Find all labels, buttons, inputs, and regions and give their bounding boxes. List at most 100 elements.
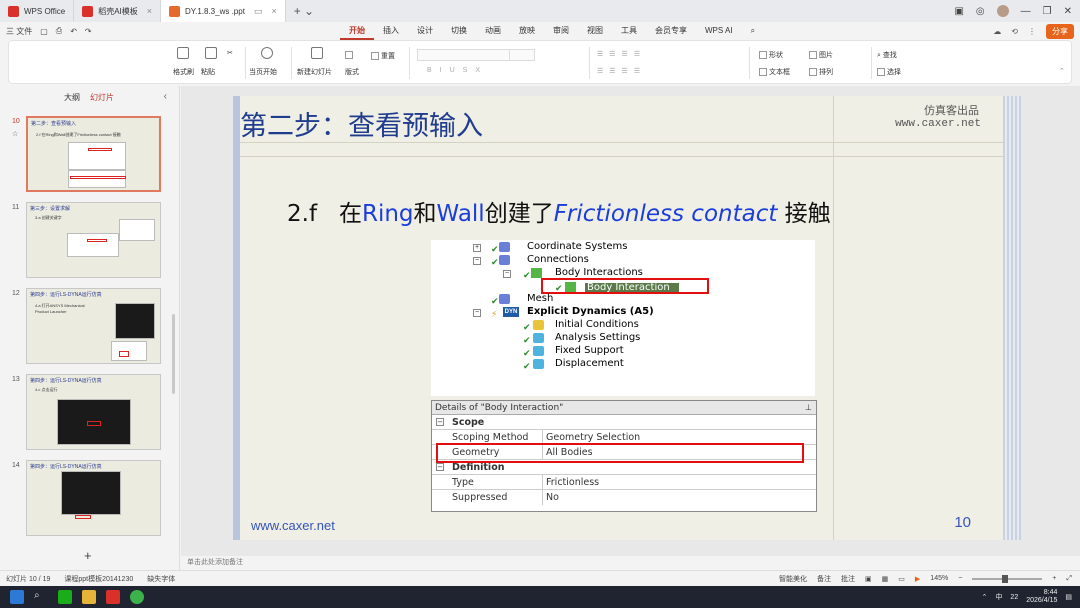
notes-input[interactable]: 单击此处添加备注	[181, 556, 1080, 570]
more-icon[interactable]: ⋮	[1028, 27, 1036, 36]
menu-tab-view[interactable]: 视图	[578, 22, 612, 40]
select-button[interactable]: 选择	[877, 67, 901, 77]
play-from-current-button[interactable]: 当页开始	[249, 67, 277, 77]
zoom-slider[interactable]	[972, 574, 1043, 583]
notification-badge[interactable]: 22	[1010, 594, 1018, 601]
zoom-out-icon[interactable]: −	[958, 575, 962, 582]
new-slide-button[interactable]: 新建幻灯片	[297, 67, 332, 77]
screen-icon[interactable]: ▭	[254, 6, 263, 17]
menu-tab-review[interactable]: 审阅	[544, 22, 578, 40]
collapse-ribbon-icon[interactable]: ⌃	[1059, 67, 1065, 75]
menu-tab-wps-ai[interactable]: WPS AI	[696, 22, 742, 40]
slide[interactable]: 第二步：查看预输入 仿真客出品 www.caxer.net 2.f 在Ring和…	[233, 96, 1021, 540]
tab-document[interactable]: DY.1.8.3_ws .ppt ▭ ×	[161, 0, 286, 22]
reading-view-icon[interactable]: ▭	[898, 575, 905, 583]
minimize-icon[interactable]: —	[1021, 6, 1031, 17]
play-icon[interactable]	[261, 47, 273, 59]
zoom-in-icon[interactable]: +	[1052, 575, 1056, 582]
format-painter-button[interactable]: 格式刷	[173, 67, 194, 77]
close-icon[interactable]: ×	[271, 6, 276, 16]
collapse-panel-icon[interactable]: ‹	[164, 91, 167, 102]
tab-slides[interactable]: 幻灯片	[90, 92, 114, 103]
menu-tab-member[interactable]: 会员专享	[646, 22, 696, 40]
slide-thumbnail[interactable]: 第三步：设置求解 3.a 创建关键字	[26, 202, 161, 278]
menu-tab-slideshow[interactable]: 放映	[510, 22, 544, 40]
save-icon[interactable]: ▢	[40, 27, 48, 36]
tab-docer-ai[interactable]: 稻壳AI模板 ×	[74, 0, 162, 22]
shape-button[interactable]: 形状	[759, 50, 783, 60]
panel-scrollbar[interactable]	[172, 314, 175, 394]
comments-button[interactable]: 批注	[841, 574, 855, 584]
paste-button[interactable]: 粘贴	[201, 67, 215, 77]
window-layout-icon[interactable]: ▣	[954, 6, 963, 17]
beautify-button[interactable]: 智能美化	[779, 574, 807, 584]
textbox-button[interactable]: 文本框	[759, 67, 790, 77]
close-icon[interactable]: ×	[147, 6, 152, 16]
menu-tab-insert[interactable]: 插入	[374, 22, 408, 40]
slide-subtitle[interactable]: 2.f 在Ring和Wall创建了Frictionless contact 接触	[287, 194, 831, 228]
layout-button[interactable]: 版式	[345, 67, 359, 77]
close-window-icon[interactable]: ✕	[1064, 6, 1072, 17]
wps-taskbar-icon[interactable]	[106, 590, 120, 604]
notes-button[interactable]: 备注	[817, 574, 831, 584]
star-icon[interactable]: ☆	[12, 130, 18, 138]
cloud-icon[interactable]: ☁	[993, 27, 1001, 36]
slide-thumbnail[interactable]: 第四步：运行LS-DYNA运行仿真	[26, 460, 161, 536]
slide-thumbnail[interactable]: 第四步：运行LS-DYNA运行仿真 4.c 点击运行	[26, 374, 161, 450]
template-name[interactable]: 课程ppt模板20141230	[64, 574, 133, 584]
outline-tree-image[interactable]: + ✔ Coordinate Systems − ✔ Connections −…	[431, 240, 815, 396]
tab-outline[interactable]: 大纲	[64, 92, 80, 103]
search-icon[interactable]: ⌕	[742, 22, 764, 40]
lang-indicator[interactable]: 中	[995, 592, 1002, 602]
slide-thumbnail[interactable]: 第二步：查看预输入 2.f 在Ring和Wall创建了Frictionless …	[26, 116, 161, 192]
fit-icon[interactable]: ⤢	[1066, 575, 1072, 583]
menu-tab-animation[interactable]: 动画	[476, 22, 510, 40]
details-panel-image[interactable]: Details of "Body Interaction" ⊥ − Scope S…	[431, 400, 817, 512]
search-icon[interactable]: ⌕	[34, 590, 48, 604]
windows-start-icon[interactable]	[10, 590, 24, 604]
undo-icon[interactable]: ↶	[70, 27, 77, 36]
new-tab-button[interactable]: + ⌄	[286, 4, 322, 18]
app-icon[interactable]	[130, 590, 144, 604]
font-style-group[interactable]: BIUSX	[427, 67, 488, 74]
picture-button[interactable]: 图片	[809, 50, 833, 60]
slide-thumbnail[interactable]: 第四步：运行LS-DYNA运行仿真 4.a 打开ANSYS Mechanical…	[26, 288, 161, 364]
cut-icon[interactable]: ✂	[227, 49, 233, 57]
menu-tab-home[interactable]: 开始	[340, 22, 374, 40]
share-button[interactable]: 分享	[1046, 23, 1074, 39]
format-painter-icon[interactable]	[177, 47, 189, 59]
history-icon[interactable]: ⟲	[1011, 27, 1018, 36]
wechat-icon[interactable]	[58, 590, 72, 604]
restore-icon[interactable]: ❐	[1043, 6, 1052, 17]
font-size-select[interactable]	[509, 49, 535, 61]
tab-wps-office[interactable]: WPS Office	[0, 0, 75, 22]
redo-icon[interactable]: ↷	[85, 27, 92, 36]
file-explorer-icon[interactable]	[82, 590, 96, 604]
avatar[interactable]	[996, 5, 1009, 17]
new-slide-icon[interactable]	[311, 47, 323, 59]
notification-icon[interactable]: ▤	[1065, 593, 1072, 601]
paragraph-group[interactable]: ☰☰☰☰	[597, 50, 646, 58]
print-icon[interactable]: ⎙	[56, 26, 62, 36]
menu-tab-transition[interactable]: 切换	[442, 22, 476, 40]
align-group[interactable]: ☰☰☰☰	[597, 67, 646, 75]
reset-button[interactable]: 重置	[371, 51, 395, 61]
arrange-button[interactable]: 排列	[809, 67, 833, 77]
slide-title[interactable]: 第二步：查看预输入	[240, 104, 483, 143]
play-slideshow-icon[interactable]: ▶	[915, 575, 920, 583]
missing-font-button[interactable]: 缺失字体	[147, 574, 175, 584]
sorter-view-icon[interactable]: ▦	[882, 575, 889, 583]
normal-view-icon[interactable]: ▣	[865, 575, 872, 583]
slide-canvas[interactable]: 第二步：查看预输入 仿真客出品 www.caxer.net 2.f 在Ring和…	[181, 86, 1080, 556]
skin-icon[interactable]: ◎	[976, 6, 985, 17]
find-button[interactable]: ⌕ 查找	[877, 50, 897, 60]
tray-arrow-icon[interactable]: ⌃	[982, 593, 988, 601]
paste-icon[interactable]	[205, 47, 217, 59]
layout-icon[interactable]	[345, 51, 355, 59]
menu-tab-design[interactable]: 设计	[408, 22, 442, 40]
add-slide-button[interactable]: +	[84, 548, 92, 563]
zoom-level[interactable]: 145%	[930, 575, 948, 582]
file-menu[interactable]: 三 文件	[6, 26, 32, 37]
menu-tab-tools[interactable]: 工具	[612, 22, 646, 40]
clock[interactable]: 8:44 2026/4/15	[1026, 589, 1057, 605]
